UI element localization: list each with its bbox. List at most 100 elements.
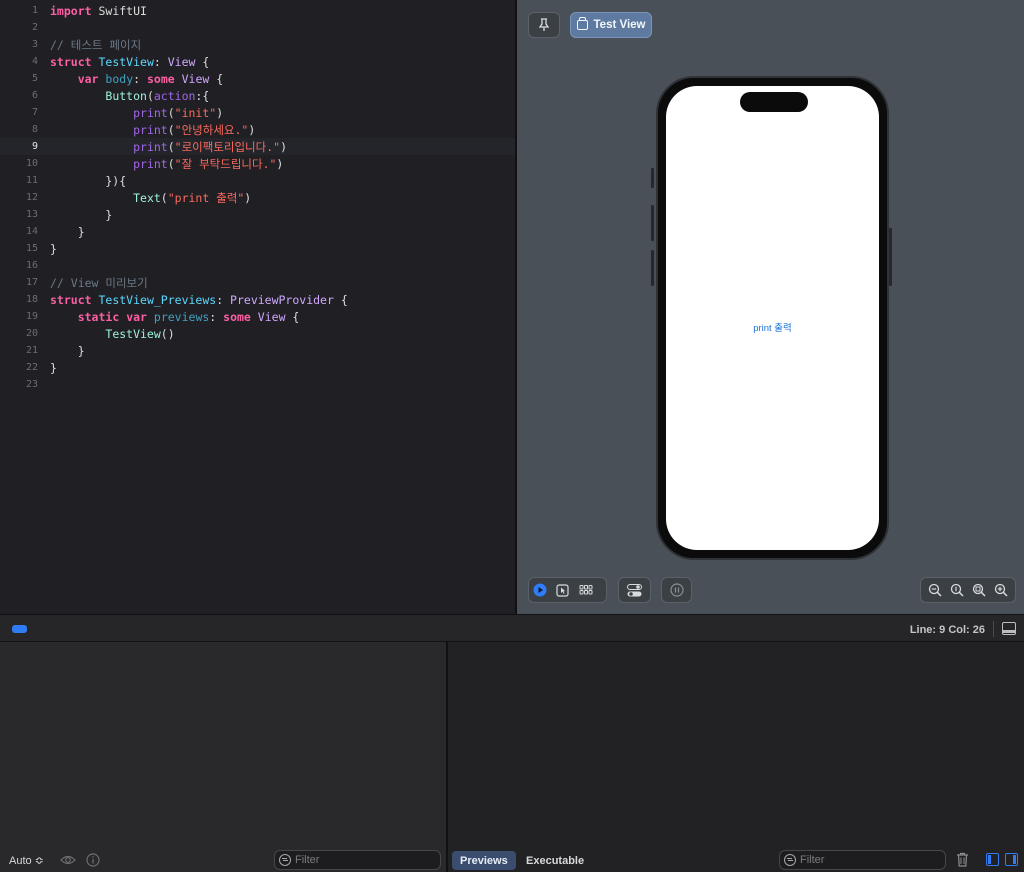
code-text: struct TestView: View { bbox=[50, 55, 209, 69]
line-number: 3 bbox=[31, 39, 38, 50]
device-volume-up bbox=[651, 205, 654, 241]
line-number: 22 bbox=[25, 362, 38, 373]
variables-filter[interactable] bbox=[274, 850, 441, 870]
variables-filter-input[interactable] bbox=[295, 854, 415, 866]
eye-icon bbox=[60, 855, 76, 865]
code-line[interactable]: 21 } bbox=[0, 342, 516, 359]
line-number: 12 bbox=[25, 192, 38, 203]
code-token: print bbox=[133, 105, 168, 120]
code-token: import bbox=[50, 3, 92, 18]
console-tab-executable[interactable]: Executable bbox=[518, 851, 592, 870]
code-line[interactable]: 18 struct TestView_Previews: PreviewProvi… bbox=[0, 291, 516, 308]
pin-preview-button[interactable] bbox=[528, 12, 560, 38]
zoom-actual-button[interactable] bbox=[946, 579, 968, 601]
disabled-control-button[interactable] bbox=[661, 577, 692, 603]
live-mode-button[interactable] bbox=[529, 579, 551, 601]
code-line[interactable]: 22} bbox=[0, 359, 516, 376]
code-line[interactable]: 17 // View 미리보기 bbox=[0, 274, 516, 291]
code-line[interactable]: 10 print("잘 부탁드립니다.") bbox=[0, 155, 516, 172]
console-view bbox=[448, 642, 1024, 872]
code-token: PreviewProvider bbox=[230, 292, 334, 307]
code-line[interactable]: 11 }){ bbox=[0, 172, 516, 189]
selectable-mode-button[interactable] bbox=[551, 579, 573, 601]
code-token: some bbox=[146, 71, 175, 86]
code-token: action bbox=[153, 88, 196, 103]
code-line[interactable]: 3 // 테스트 페이지 bbox=[0, 36, 516, 53]
print-output-button[interactable]: print 출력 bbox=[666, 320, 879, 334]
code-token: ( bbox=[167, 139, 175, 154]
code-token: // 테스트 페이지 bbox=[50, 37, 142, 52]
hide-debug-area-button[interactable] bbox=[1002, 622, 1016, 635]
cursor-position: Line: 9 Col: 26 bbox=[909, 624, 985, 636]
code-line[interactable]: 16 bbox=[0, 257, 516, 274]
line-number: 7 bbox=[31, 107, 38, 118]
code-line[interactable]: 6 Button(action:{ bbox=[0, 87, 516, 104]
code-text: struct TestView_Previews: PreviewProvide… bbox=[50, 293, 348, 307]
code-token: TestView bbox=[105, 326, 161, 341]
code-line[interactable]: 12 Text("print 출력") bbox=[0, 189, 516, 206]
editor-status-bar: Line: 9 Col: 26 bbox=[0, 614, 1024, 642]
code-line[interactable]: 13 } bbox=[0, 206, 516, 223]
zoom-out-button[interactable] bbox=[924, 579, 946, 601]
line-number: 10 bbox=[25, 158, 38, 169]
line-number: 20 bbox=[25, 328, 38, 339]
tab-test-view[interactable]: Test View bbox=[570, 12, 652, 38]
console-filter[interactable] bbox=[779, 850, 946, 870]
code-token: Button bbox=[105, 88, 147, 103]
debug-area-toggle[interactable] bbox=[12, 625, 27, 633]
code-line[interactable]: 15} bbox=[0, 240, 516, 257]
console-tab-previews[interactable]: Previews bbox=[452, 851, 516, 870]
code-token: ( bbox=[167, 122, 175, 137]
show-console-button[interactable] bbox=[1005, 853, 1018, 866]
device-screen: print 출력 bbox=[666, 86, 879, 550]
info-icon bbox=[86, 853, 100, 867]
code-token: } bbox=[50, 207, 113, 222]
print-description-button[interactable] bbox=[86, 853, 100, 872]
cursor-icon bbox=[555, 583, 569, 597]
status-separator bbox=[993, 621, 994, 637]
code-editor[interactable]: 1 import SwiftUI 2 3// 테스트 페이지 4 struct TestV… bbox=[0, 0, 516, 614]
code-text: print("로이팩토리입니다.") bbox=[50, 139, 287, 155]
code-token: body bbox=[105, 71, 134, 86]
code-text: // 테스트 페이지 bbox=[50, 37, 141, 53]
filter-icon bbox=[784, 854, 796, 866]
code-text: import SwiftUI bbox=[50, 4, 147, 18]
code-token: ( bbox=[167, 156, 175, 171]
code-line[interactable]: 9 print("로이팩토리입니다.") bbox=[0, 138, 516, 155]
circle-icon bbox=[669, 583, 684, 597]
code-line[interactable]: 20 TestView() bbox=[0, 325, 516, 342]
code-token: } bbox=[50, 241, 57, 256]
code-line[interactable]: 4 struct TestView: View { bbox=[0, 53, 516, 70]
device-power-button bbox=[889, 228, 892, 286]
code-line[interactable]: 1 import SwiftUI bbox=[0, 2, 516, 19]
device-settings-button[interactable] bbox=[618, 577, 651, 603]
variants-mode-button[interactable] bbox=[573, 579, 599, 601]
console-filter-input[interactable] bbox=[800, 854, 920, 866]
code-text: } bbox=[50, 361, 57, 375]
code-line[interactable]: 19 static var previews: some View { bbox=[0, 308, 516, 325]
zoom-fit-button[interactable] bbox=[968, 579, 990, 601]
code-token: : bbox=[209, 309, 224, 324]
code-token: TestView_Previews bbox=[98, 292, 217, 307]
code-token: "print 출력" bbox=[167, 190, 245, 205]
line-number: 13 bbox=[25, 209, 38, 220]
code-line[interactable]: 8 print("안녕하세요.") bbox=[0, 121, 516, 138]
line-number: 8 bbox=[31, 124, 38, 135]
code-text: } bbox=[50, 225, 85, 239]
code-line[interactable]: 14 } bbox=[0, 223, 516, 240]
code-line[interactable]: 7 print("init") bbox=[0, 104, 516, 121]
code-line[interactable]: 2 bbox=[0, 19, 516, 36]
code-line[interactable]: 23 bbox=[0, 376, 516, 393]
variables-scope-select[interactable]: Auto ≎ bbox=[9, 854, 44, 867]
code-line[interactable]: 5 var body: some View { bbox=[0, 70, 516, 87]
clear-console-button[interactable] bbox=[956, 852, 969, 872]
code-token: struct bbox=[50, 54, 92, 69]
quick-look-button[interactable] bbox=[60, 853, 76, 872]
show-variables-view-button[interactable] bbox=[986, 853, 999, 866]
zoom-in-button[interactable] bbox=[990, 579, 1012, 601]
code-text: } bbox=[50, 208, 112, 222]
code-text: TestView() bbox=[50, 326, 174, 341]
